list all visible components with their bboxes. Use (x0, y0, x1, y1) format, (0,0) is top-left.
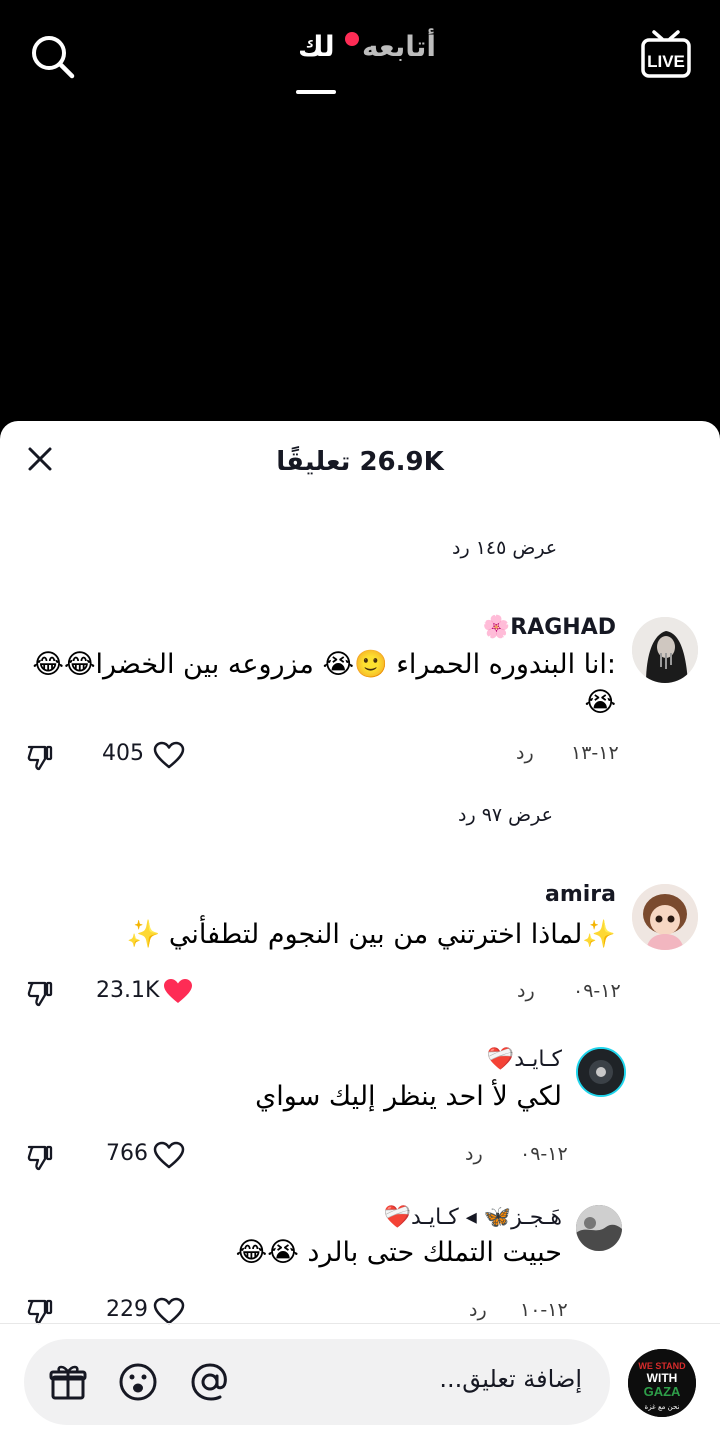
sheet-header: 26.9K تعليقًا (0, 421, 720, 505)
comment-date: ١٢-١٣ (571, 742, 619, 764)
my-avatar[interactable]: WE STAND WITH GAZA نحن مع غزة (628, 1349, 696, 1417)
avatar-text: WITH (647, 1371, 678, 1385)
comment-text: حبيت التملك حتى بالرد 😭😂 (235, 1237, 562, 1268)
reply-button[interactable]: رد (469, 1299, 487, 1321)
like-count: 229 (106, 1297, 148, 1322)
avatar[interactable] (632, 884, 698, 950)
tab-for-you[interactable]: لك (298, 30, 335, 63)
comment-username[interactable]: RAGHAD🌸 (483, 615, 616, 640)
dislike-icon[interactable] (26, 1297, 54, 1325)
like-count: 766 (106, 1141, 148, 1166)
avatar-text: WE STAND (638, 1361, 686, 1371)
heart-filled-icon[interactable] (162, 977, 194, 1005)
comment-text: لكي لأ احد ينظر إليك سواي (255, 1081, 562, 1112)
comments-sheet: 26.9K تعليقًا عرض ١٤٥ رد RAGHAD🌸 :انا ال… (0, 421, 720, 1442)
heart-icon[interactable] (153, 741, 185, 769)
avatar[interactable] (576, 1205, 622, 1251)
like-count: 23.1K (96, 978, 160, 1003)
comment-username[interactable]: كـايـد❤️‍🩹 (487, 1047, 562, 1072)
dislike-icon[interactable] (26, 1143, 54, 1171)
dislike-icon[interactable] (26, 743, 54, 771)
heart-icon[interactable] (153, 1297, 185, 1325)
gift-icon[interactable] (48, 1362, 88, 1402)
comments-count-title: 26.9K تعليقًا (276, 447, 444, 477)
reply-button[interactable]: رد (516, 742, 534, 764)
comment-username[interactable]: هَـجـز🦋 ◂ كـايـد❤️‍🩹 (384, 1205, 562, 1230)
avatar-text: نحن مع غزة (645, 1403, 680, 1411)
dislike-icon[interactable] (26, 979, 54, 1007)
comment-date: ١٢-٠٩ (520, 1143, 568, 1165)
search-icon[interactable] (30, 34, 76, 80)
tab-following[interactable]: أتابعه (362, 30, 436, 63)
comment-text-continued: 😭 (584, 687, 616, 718)
notification-dot (345, 32, 359, 46)
comment-date: ١٢-١٠ (520, 1299, 568, 1321)
view-replies-link[interactable]: عرض ١٤٥ رد (452, 537, 557, 559)
avatar[interactable] (576, 1047, 626, 1097)
comment-text: ✨لماذا اخترتني من بين النجوم لتطفأني ✨ (126, 919, 616, 950)
comment-username[interactable]: amira (545, 882, 616, 907)
emoji-icon[interactable] (118, 1362, 158, 1402)
reply-button[interactable]: رد (517, 980, 535, 1002)
reply-button[interactable]: رد (465, 1143, 483, 1165)
top-bar: أتابعه لك LIVE (0, 0, 720, 120)
like-count: 405 (102, 741, 144, 766)
live-label: LIVE (647, 52, 685, 71)
active-tab-indicator (296, 90, 336, 94)
comment-date: ١٢-٠٩ (573, 980, 621, 1002)
comment-text: :انا البندوره الحمراء 🙂😭 مزروعه بين الخض… (32, 649, 616, 680)
mention-icon[interactable] (190, 1362, 230, 1402)
live-icon[interactable]: LIVE (640, 28, 692, 82)
view-replies-link[interactable]: عرض ٩٧ رد (458, 804, 553, 826)
comment-input-placeholder: إضافة تعليق... (439, 1365, 582, 1393)
heart-icon[interactable] (153, 1141, 185, 1169)
footer-divider (0, 1323, 720, 1324)
avatar-text: GAZA (644, 1384, 681, 1399)
comment-input[interactable]: إضافة تعليق... (24, 1339, 610, 1425)
avatar[interactable] (632, 617, 698, 683)
